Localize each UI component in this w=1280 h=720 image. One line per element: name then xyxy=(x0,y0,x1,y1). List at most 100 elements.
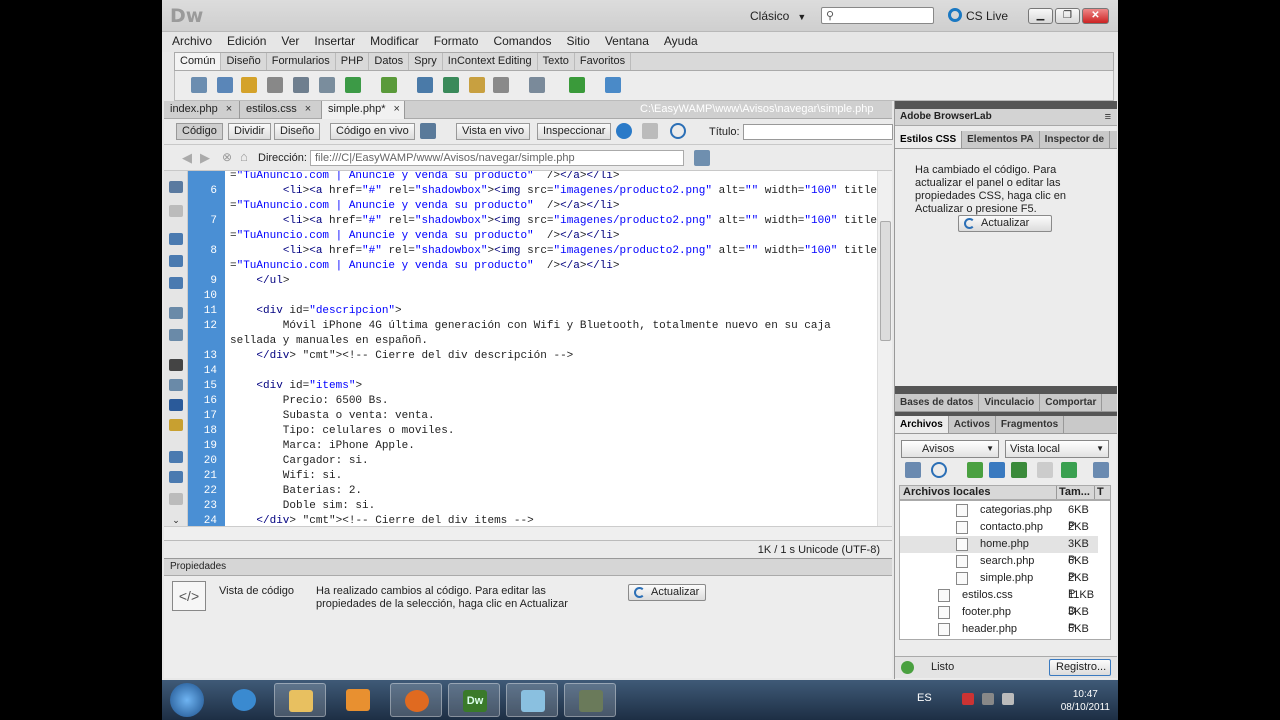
panel-collapse-bar[interactable] xyxy=(895,386,1117,394)
menu-item[interactable]: Archivo xyxy=(172,32,212,52)
script-icon[interactable] xyxy=(529,77,545,93)
taskbar-app[interactable] xyxy=(506,683,558,717)
chevron-down-icon[interactable]: ⌄ xyxy=(169,515,183,526)
insert-tab[interactable]: InContext Editing xyxy=(443,53,538,70)
insert-tab[interactable]: Común xyxy=(175,53,222,70)
refresh-icon[interactable] xyxy=(670,123,686,139)
back-icon[interactable]: ◀ xyxy=(182,150,192,166)
email-link-icon[interactable] xyxy=(217,77,233,93)
open-documents-icon[interactable] xyxy=(169,181,183,193)
restore-button[interactable]: ❐ xyxy=(1055,8,1080,24)
file-row[interactable]: simple.php 2KB P xyxy=(900,570,1098,600)
title-input[interactable] xyxy=(743,124,893,140)
menu-item[interactable]: Formato xyxy=(434,32,479,52)
file-row[interactable]: search.php 6KB P xyxy=(900,553,1098,583)
tab-activos[interactable]: Activos xyxy=(949,416,996,433)
menu-item[interactable]: Ayuda xyxy=(664,32,698,52)
image-icon[interactable] xyxy=(345,77,361,93)
synchronize-icon[interactable] xyxy=(1061,462,1077,478)
close-icon[interactable]: × xyxy=(305,103,311,115)
site-select[interactable]: Avisos ▼ xyxy=(901,440,999,458)
menu-item[interactable]: Ventana xyxy=(605,32,649,52)
comment-icon[interactable] xyxy=(469,77,485,93)
expand-panel-icon[interactable] xyxy=(1093,462,1109,478)
tag-chooser-icon[interactable] xyxy=(605,77,621,93)
insert-tab[interactable]: Diseño xyxy=(221,53,267,70)
close-icon[interactable]: × xyxy=(393,103,399,115)
view-select[interactable]: Vista local ▼ xyxy=(1005,440,1109,458)
volume-icon[interactable] xyxy=(1002,693,1014,705)
menu-item[interactable]: Sitio xyxy=(566,32,589,52)
tab-inspector[interactable]: Inspector de xyxy=(1040,131,1111,148)
tab-estilos-css[interactable]: Estilos CSS xyxy=(895,131,963,148)
scroll-thumb[interactable] xyxy=(880,221,891,341)
apply-comment-icon[interactable] xyxy=(169,451,183,463)
remove-comment-icon[interactable] xyxy=(169,471,183,483)
tab-elementos-ap[interactable]: Elementos PA xyxy=(962,131,1040,148)
insert-tab[interactable]: Datos xyxy=(369,53,410,70)
globe-icon[interactable] xyxy=(616,123,632,139)
browserlab-header[interactable]: Adobe BrowserLab ≡ xyxy=(895,109,1117,126)
collapse-selection-icon[interactable] xyxy=(169,233,183,245)
table-icon[interactable] xyxy=(293,77,309,93)
word-wrap-icon[interactable] xyxy=(169,399,183,411)
expand-all-icon[interactable] xyxy=(169,255,183,267)
network-icon[interactable] xyxy=(982,693,994,705)
collapse-tag-icon[interactable] xyxy=(169,205,183,217)
clock[interactable]: 10:47 08/10/2011 xyxy=(1061,688,1110,714)
home-icon[interactable]: ⌂ xyxy=(240,149,248,164)
server-side-include-icon[interactable] xyxy=(443,77,459,93)
balance-braces-icon[interactable] xyxy=(169,307,183,319)
tab-vinculaciones[interactable]: Vinculacio xyxy=(979,394,1041,411)
get-files-icon[interactable] xyxy=(967,462,983,478)
minimize-button[interactable]: ▁ xyxy=(1028,8,1053,24)
connect-icon[interactable] xyxy=(905,462,921,478)
syntax-coloring-icon[interactable] xyxy=(169,419,183,431)
div-icon[interactable] xyxy=(319,77,335,93)
code-horizontal-scrollbar[interactable] xyxy=(164,526,892,540)
file-row[interactable]: footer.php 3KB P xyxy=(900,604,1098,634)
flag-icon[interactable] xyxy=(962,693,974,705)
insert-tab[interactable]: Favoritos xyxy=(575,53,632,70)
tab-fragmentos[interactable]: Fragmentos xyxy=(996,416,1065,433)
address-input[interactable]: file:///C|/EasyWAMP/www/Avisos/navegar/s… xyxy=(310,150,684,166)
insert-tab[interactable]: Formularios xyxy=(267,53,336,70)
taskbar-ie[interactable] xyxy=(218,683,270,717)
taskbar-app-2[interactable] xyxy=(564,683,616,717)
design-view-button[interactable]: Diseño xyxy=(274,123,321,140)
wrap-tag-icon[interactable] xyxy=(169,493,183,505)
horizontal-rule-icon[interactable] xyxy=(267,77,283,93)
insert-tab[interactable]: Spry xyxy=(409,53,443,70)
menu-item[interactable]: Ver xyxy=(281,32,299,52)
menu-item[interactable]: Modificar xyxy=(370,32,419,52)
inspect-button[interactable]: Inspeccionar xyxy=(537,123,612,140)
column-size[interactable]: Tam... xyxy=(1056,486,1090,499)
log-button[interactable]: Registro... xyxy=(1049,659,1111,676)
language-indicator[interactable]: ES xyxy=(917,692,932,704)
file-row[interactable]: home.php 3KB P xyxy=(900,536,1098,566)
code-view-button[interactable]: Código xyxy=(176,123,223,140)
taskbar-firefox[interactable] xyxy=(390,683,442,717)
taskbar-explorer[interactable] xyxy=(274,683,326,717)
panel-collapse-bar[interactable] xyxy=(895,101,1117,109)
file-row[interactable]: estilos.css 11KB D xyxy=(900,587,1098,617)
check-in-icon[interactable] xyxy=(1037,462,1053,478)
code-vertical-scrollbar[interactable] xyxy=(877,171,892,526)
media-icon[interactable] xyxy=(381,77,397,93)
browse-options-icon[interactable] xyxy=(694,150,710,166)
start-button[interactable] xyxy=(170,683,204,717)
cs-live-button[interactable]: CS Live xyxy=(948,8,1008,23)
forward-icon[interactable]: ▶ xyxy=(200,150,210,166)
column-name[interactable]: Archivos locales xyxy=(903,486,990,499)
menu-item[interactable]: Insertar xyxy=(314,32,355,52)
hyperlink-icon[interactable] xyxy=(191,77,207,93)
templates-icon[interactable] xyxy=(569,77,585,93)
taskbar-dreamweaver[interactable]: Dw xyxy=(448,683,500,717)
line-numbers-icon[interactable] xyxy=(169,329,183,341)
panel-menu-icon[interactable]: ≡ xyxy=(1105,109,1111,125)
tab-estilos-css[interactable]: estilos.css × xyxy=(240,101,322,119)
taskbar-media-player[interactable] xyxy=(332,683,384,717)
select-parent-tag-icon[interactable] xyxy=(169,277,183,289)
file-row[interactable]: categorias.php 6KB P xyxy=(900,502,1098,532)
tab-comportamientos[interactable]: Comportar xyxy=(1040,394,1103,411)
